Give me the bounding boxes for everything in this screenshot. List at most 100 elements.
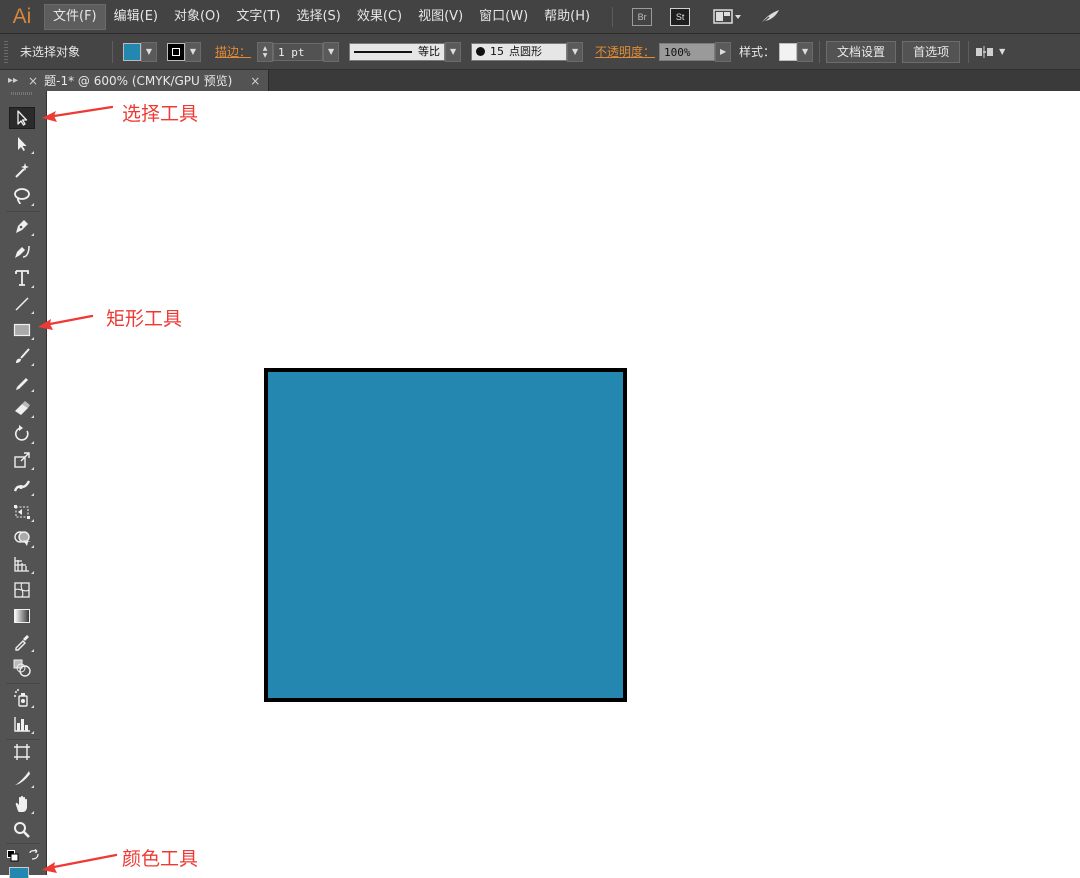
width-tool-icon[interactable] <box>9 475 35 497</box>
style-dropdown-icon[interactable]: ▼ <box>797 41 814 62</box>
stroke-label[interactable]: 描边： <box>215 43 251 60</box>
menu-window[interactable]: 窗口(W) <box>471 5 536 29</box>
rectangle-tool-annotation: 矩形工具 <box>106 308 183 330</box>
column-graph-tool-icon[interactable] <box>9 713 35 735</box>
shape-builder-tool-icon[interactable] <box>9 527 35 549</box>
tool-separator <box>6 739 40 740</box>
lasso-tool-icon[interactable] <box>9 185 35 207</box>
opacity-flyout-icon[interactable]: ▶ <box>715 41 732 62</box>
hand-tool-icon[interactable] <box>9 793 35 815</box>
feather-icon[interactable] <box>759 8 781 26</box>
menu-file[interactable]: 文件(F) <box>44 3 106 30</box>
menu-view[interactable]: 视图(V) <box>410 5 471 29</box>
fill-color-swatch[interactable] <box>9 867 29 878</box>
artboard-tool-icon[interactable] <box>9 741 35 763</box>
stroke-profile-label: 等比 <box>418 44 441 58</box>
swap-colors-icon[interactable] <box>28 846 40 860</box>
style-swatch[interactable] <box>779 42 798 61</box>
brush-dropdown-icon[interactable]: ▼ <box>567 41 584 62</box>
control-bar: 未选择对象 ▼ ▼ 描边： ▲ ▼ 1 pt ▼ 等比 ▼ 15 点圆形 ▼ 不透… <box>0 34 1080 70</box>
brush-control[interactable]: 15 点圆形 ▼ <box>471 41 584 62</box>
menu-bar: Ai 文件(F) 编辑(E) 对象(O) 文字(T) 选择(S) 效果(C) 视… <box>0 0 1080 34</box>
stroke-dropdown-icon[interactable]: ▼ <box>185 41 201 62</box>
stroke-profile-line <box>354 50 413 53</box>
zoom-tool-icon[interactable] <box>9 819 35 841</box>
gradient-tool-icon[interactable] <box>9 605 35 627</box>
separator <box>968 40 970 63</box>
brush-field[interactable]: 15 点圆形 <box>471 42 568 61</box>
direct-selection-tool-icon[interactable] <box>9 133 35 155</box>
paintbrush-tool-icon[interactable] <box>9 345 35 367</box>
rectangle-tool-arrow <box>38 314 94 330</box>
free-transform-tool-icon[interactable] <box>9 501 35 523</box>
separator <box>819 40 821 63</box>
document-tab-title[interactable]: 题-1* @ 600% (CMYK/GPU 预览) <box>44 72 232 89</box>
close-tab-button[interactable]: × <box>250 74 260 88</box>
app-logo: Ai <box>12 4 32 28</box>
document-tab-bar: ▸▸ × 题-1* @ 600% (CMYK/GPU 预览) × <box>0 70 1080 91</box>
collapse-panels-icon[interactable]: × <box>22 74 44 88</box>
mesh-tool-icon[interactable] <box>9 579 35 601</box>
pen-tool-icon[interactable] <box>9 215 35 237</box>
stroke-weight-stepper[interactable]: ▲ ▼ <box>257 41 274 62</box>
fill-color-control[interactable]: ▼ <box>123 41 157 62</box>
bridge-button[interactable]: Br <box>632 7 653 26</box>
align-options-icon[interactable]: ▼ <box>975 45 1005 59</box>
opacity-control[interactable]: 100% ▶ <box>659 41 732 62</box>
selection-tool-icon[interactable] <box>9 107 35 129</box>
document-setup-button[interactable]: 文档设置 <box>826 40 897 63</box>
selection-tool-annotation: 选择工具 <box>122 103 199 125</box>
symbol-sprayer-tool-icon[interactable] <box>9 687 35 709</box>
brush-dot-icon <box>476 47 486 56</box>
scale-tool-icon[interactable] <box>9 449 35 471</box>
curvature-tool-icon[interactable] <box>9 241 35 263</box>
stroke-swatch[interactable] <box>167 42 185 61</box>
eraser-tool-icon[interactable] <box>9 397 35 419</box>
tools-panel <box>0 91 47 878</box>
tools-panel-grip[interactable] <box>11 92 33 95</box>
menu-edit[interactable]: 编辑(E) <box>106 5 166 29</box>
control-bar-grip[interactable] <box>4 40 8 63</box>
menu-type[interactable]: 文字(T) <box>228 5 288 29</box>
stroke-color-control[interactable]: ▼ <box>167 41 201 62</box>
fill-swatch[interactable] <box>123 42 141 61</box>
line-segment-tool-icon[interactable] <box>9 293 35 315</box>
document-tab[interactable]: ▸▸ × 题-1* @ 600% (CMYK/GPU 预览) × <box>0 70 270 91</box>
stroke-profile-dropdown-icon[interactable]: ▼ <box>445 41 462 62</box>
slice-tool-icon[interactable] <box>9 767 35 789</box>
style-control[interactable]: ▼ <box>779 41 814 62</box>
stroke-weight-input[interactable]: 1 pt <box>273 42 324 61</box>
stroke-profile-control[interactable]: 等比 ▼ <box>349 41 462 62</box>
menu-help[interactable]: 帮助(H) <box>536 5 598 29</box>
brush-name: 点圆形 <box>509 44 543 58</box>
stroke-weight-control[interactable]: ▲ ▼ 1 pt ▼ <box>257 41 340 62</box>
separator <box>112 40 113 63</box>
fill-dropdown-icon[interactable]: ▼ <box>141 41 157 62</box>
perspective-grid-tool-icon[interactable] <box>9 553 35 575</box>
menu-select[interactable]: 选择(S) <box>288 5 348 29</box>
stroke-weight-dropdown-icon[interactable]: ▼ <box>323 41 340 62</box>
blend-tool-icon[interactable] <box>9 657 35 679</box>
style-label: 样式： <box>739 45 776 59</box>
brush-size: 15 <box>490 44 505 58</box>
magic-wand-tool-icon[interactable] <box>9 159 35 181</box>
eyedropper-tool-icon[interactable] <box>9 631 35 653</box>
pencil-tool-icon[interactable] <box>9 371 35 393</box>
rectangle-tool-icon[interactable] <box>9 319 35 341</box>
default-colors-icon[interactable] <box>7 847 19 862</box>
tool-separator <box>6 843 40 844</box>
stock-button[interactable]: St <box>670 7 691 26</box>
menu-effect[interactable]: 效果(C) <box>349 5 410 29</box>
type-tool-icon[interactable] <box>9 267 35 289</box>
preferences-button[interactable]: 首选项 <box>902 40 961 63</box>
rectangle-shape[interactable] <box>264 368 627 702</box>
stroke-profile-field[interactable]: 等比 <box>349 42 446 61</box>
artboard-canvas[interactable] <box>47 91 1080 875</box>
menu-object[interactable]: 对象(O) <box>166 5 228 29</box>
workspace-switcher-icon[interactable] <box>713 8 743 25</box>
rotate-tool-icon[interactable] <box>9 423 35 445</box>
opacity-input[interactable]: 100% <box>659 42 716 61</box>
expand-panels-icon[interactable]: ▸▸ <box>0 75 22 86</box>
menu-separator <box>612 6 614 27</box>
opacity-label[interactable]: 不透明度： <box>595 43 655 60</box>
